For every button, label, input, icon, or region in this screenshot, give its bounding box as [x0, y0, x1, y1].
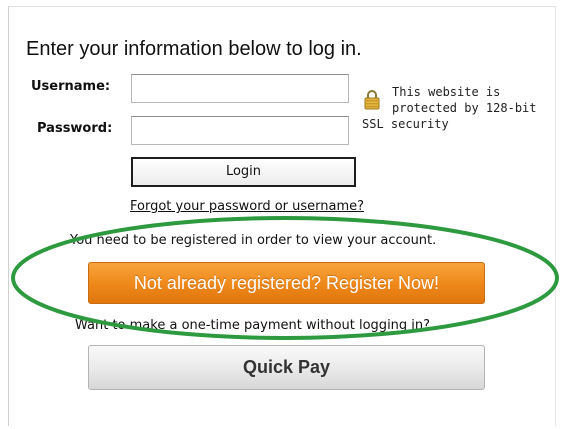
password-label: Password:: [37, 121, 113, 136]
ssl-security-note: This website is protected by 128-bit SSL…: [362, 84, 542, 132]
registration-notice: You need to be registered in order to vi…: [70, 233, 437, 248]
username-label: Username:: [31, 79, 111, 94]
username-input[interactable]: [131, 74, 349, 103]
page-heading: Enter your information below to log in.: [26, 38, 362, 60]
lock-icon: [364, 88, 380, 110]
ssl-note-line-2: protected by 128-bit: [392, 101, 537, 115]
forgot-password-link[interactable]: Forgot your password or username?: [130, 199, 364, 214]
password-input[interactable]: [131, 116, 349, 145]
ssl-note-line-3: SSL security: [362, 117, 449, 131]
register-now-button[interactable]: Not already registered? Register Now!: [88, 262, 485, 304]
ssl-note-line-1: This website is: [392, 85, 501, 99]
quick-pay-button[interactable]: Quick Pay: [88, 345, 485, 390]
login-button[interactable]: Login: [131, 157, 356, 187]
quick-pay-prompt: Want to make a one-time payment without …: [75, 318, 431, 333]
